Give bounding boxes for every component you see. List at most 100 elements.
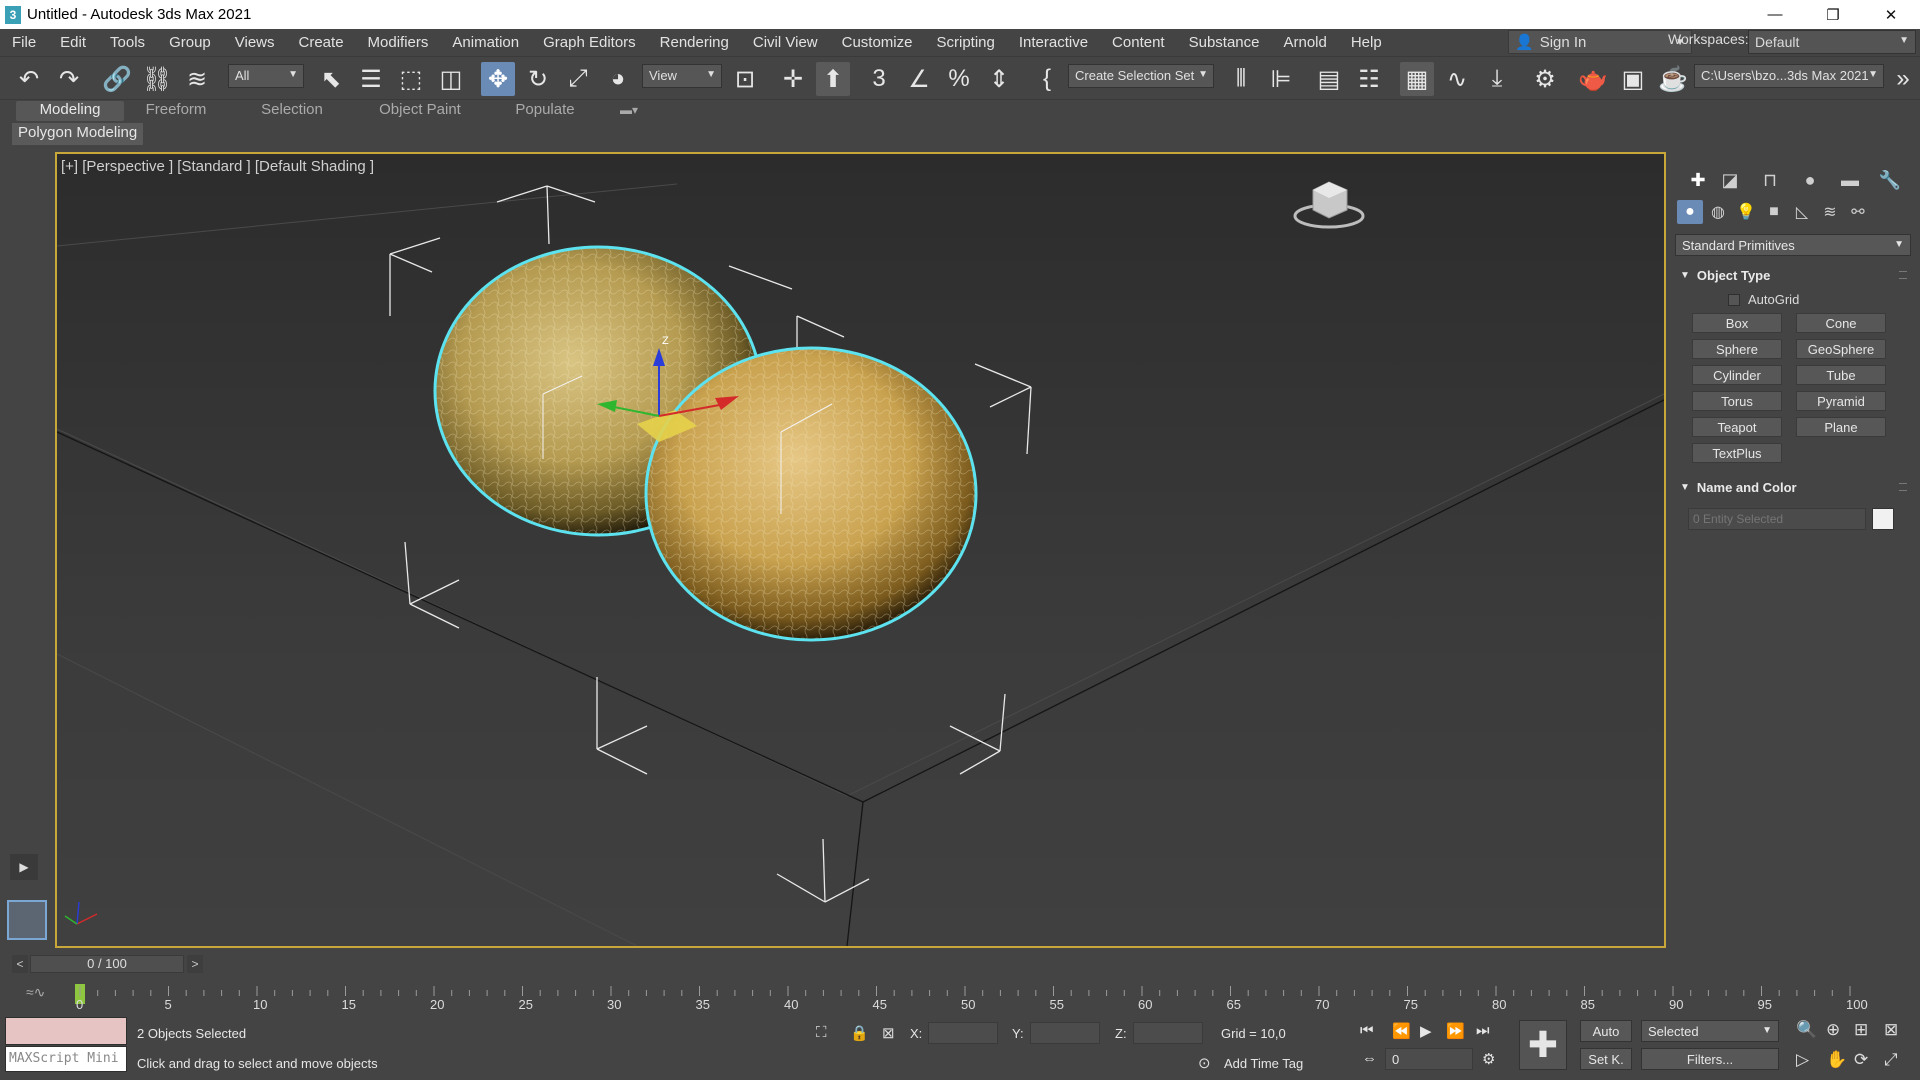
play-icon[interactable]: ▶	[1420, 1022, 1432, 1040]
prev-frame-icon[interactable]: <	[12, 955, 28, 973]
time-tag-icon[interactable]: ⊙	[1198, 1054, 1211, 1072]
motion-tab-icon[interactable]: ●	[1796, 166, 1824, 194]
object-color-swatch[interactable]	[1872, 508, 1894, 530]
lights-category-icon[interactable]: 💡	[1733, 200, 1759, 224]
time-slider-thumb[interactable]: 0 / 100	[30, 955, 184, 973]
selection-filter-dropdown[interactable]: All ▼	[228, 64, 304, 88]
menu-help[interactable]: Help	[1339, 34, 1394, 51]
keyboard-shortcut-override-icon[interactable]: ⬆	[816, 62, 850, 96]
tab-selection[interactable]: Selection	[240, 101, 344, 121]
menu-modifiers[interactable]: Modifiers	[356, 34, 441, 51]
ribbon-options-icon[interactable]: ▬▾	[612, 101, 646, 121]
select-place-icon[interactable]: ◕	[601, 62, 635, 96]
plane-button[interactable]: Plane	[1796, 417, 1886, 437]
next-frame-icon[interactable]: ⏩	[1446, 1022, 1465, 1040]
y-coordinate-field[interactable]	[1030, 1022, 1100, 1044]
absolute-mode-icon[interactable]: ⊠	[882, 1024, 895, 1042]
tab-modeling[interactable]: Modeling	[16, 101, 124, 121]
field-of-view-icon[interactable]: ▷	[1796, 1050, 1809, 1070]
key-filters-button[interactable]: Filters...	[1641, 1048, 1779, 1070]
select-object-icon[interactable]: ⬉	[314, 62, 348, 96]
pivot-center-icon[interactable]: ⊡	[728, 62, 762, 96]
menu-content[interactable]: Content	[1100, 34, 1177, 51]
torus-button[interactable]: Torus	[1692, 391, 1782, 411]
undo-icon[interactable]: ↶	[12, 62, 46, 96]
create-tab-icon[interactable]: ✚	[1684, 166, 1712, 194]
tab-object-paint[interactable]: Object Paint	[364, 101, 476, 121]
menu-views[interactable]: Views	[223, 34, 287, 51]
scene-explorer-icon[interactable]: ▤	[1312, 62, 1346, 96]
object-type-rollout-header[interactable]: ▼ Object Type	[1675, 264, 1911, 286]
perspective-viewport[interactable]: [+] [Perspective ] [Standard ] [Default …	[55, 152, 1666, 948]
modify-tab-icon[interactable]: ◪	[1716, 166, 1744, 194]
dope-sheet-icon[interactable]: ⤓	[1480, 62, 1514, 96]
angle-snap-icon[interactable]: ∠	[902, 62, 936, 96]
current-frame-field[interactable]: 0	[1385, 1048, 1473, 1070]
track-bar[interactable]: ≈∿ 0 5 10 15 20 25 30 35 40 45 50 55 60 65 70 75 80 85 90 9…	[0, 978, 1920, 1012]
menu-create[interactable]: Create	[287, 34, 356, 51]
checkbox-box[interactable]	[1728, 293, 1740, 306]
spinner-snap-icon[interactable]: ⇕	[982, 62, 1016, 96]
polygon-modeling-label[interactable]: Polygon Modeling	[12, 123, 144, 145]
window-crossing-icon[interactable]: ◫	[434, 62, 468, 96]
auto-key-button[interactable]: Auto	[1580, 1020, 1632, 1042]
cylinder-button[interactable]: Cylinder	[1692, 365, 1782, 385]
pan-view-icon[interactable]: ✋	[1826, 1050, 1847, 1070]
teapot-button[interactable]: Teapot	[1692, 417, 1782, 437]
layer-explorer-icon[interactable]: ☷	[1352, 62, 1386, 96]
viewcube[interactable]	[1293, 181, 1365, 229]
redo-icon[interactable]: ↷	[52, 62, 86, 96]
time-configuration-icon[interactable]: ⚙	[1482, 1050, 1495, 1068]
zoom-extents-all-icon[interactable]: ⊠	[1884, 1020, 1898, 1040]
edit-named-selection-icon[interactable]: {	[1030, 62, 1064, 96]
tab-populate[interactable]: Populate	[494, 101, 596, 121]
tab-freeform[interactable]: Freeform	[124, 101, 228, 121]
go-to-start-icon[interactable]: ⏮	[1360, 1022, 1374, 1039]
maxscript-mini-listener[interactable]: MAXScript Mini	[5, 1046, 127, 1072]
z-coordinate-field[interactable]	[1133, 1022, 1203, 1044]
menu-customize[interactable]: Customize	[830, 34, 925, 51]
render-frame-icon[interactable]: ▣	[1616, 62, 1650, 96]
viewport-layout-swatch[interactable]	[7, 900, 47, 940]
object-name-field[interactable]	[1688, 508, 1866, 530]
selection-lock-icon[interactable]: 🔒	[850, 1024, 869, 1042]
select-move-icon[interactable]: ✥	[481, 62, 515, 96]
menu-file[interactable]: File	[0, 34, 48, 51]
select-scale-icon[interactable]: ⤢	[561, 62, 595, 96]
cone-button[interactable]: Cone	[1796, 313, 1886, 333]
box-button[interactable]: Box	[1692, 313, 1782, 333]
unlink-icon[interactable]: ⛓	[140, 62, 174, 96]
name-color-rollout-header[interactable]: ▼ Name and Color	[1675, 476, 1911, 498]
track-bar-ruler[interactable]: 0 5 10 15 20 25 30 35 40 45 50 55 60 65 70 75 80 85 90 95 10…	[0, 978, 1920, 1012]
menu-tools[interactable]: Tools	[98, 34, 157, 51]
menu-edit[interactable]: Edit	[48, 34, 98, 51]
menu-graph-editors[interactable]: Graph Editors	[531, 34, 648, 51]
key-filter-dropdown[interactable]: Selected ▼	[1641, 1020, 1779, 1042]
zoom-icon[interactable]: 🔍	[1796, 1020, 1817, 1040]
pyramid-button[interactable]: Pyramid	[1796, 391, 1886, 411]
render-setup-icon[interactable]: 🫖	[1576, 62, 1610, 96]
orbit-icon[interactable]: ⟳	[1854, 1050, 1868, 1070]
expand-layouts-icon[interactable]: ▶	[10, 854, 38, 880]
primitive-type-dropdown[interactable]: Standard Primitives ▼	[1675, 234, 1911, 256]
named-selection-dropdown[interactable]: Create Selection Set ▼	[1068, 64, 1214, 88]
zoom-extents-icon[interactable]: ⊞	[1854, 1020, 1868, 1040]
menu-group[interactable]: Group	[157, 34, 223, 51]
go-to-end-icon[interactable]: ⏭	[1476, 1022, 1490, 1039]
melon-right[interactable]	[644, 346, 978, 642]
shapes-category-icon[interactable]: ◍	[1705, 200, 1731, 224]
tube-button[interactable]: Tube	[1796, 365, 1886, 385]
display-tab-icon[interactable]: ▬	[1836, 166, 1864, 194]
utilities-tab-icon[interactable]: 🔧	[1876, 166, 1904, 194]
geometry-category-icon[interactable]: ●	[1677, 200, 1703, 224]
workspace-dropdown[interactable]: Default ▼	[1748, 30, 1916, 54]
sphere-button[interactable]: Sphere	[1692, 339, 1782, 359]
bind-spacewarp-icon[interactable]: ≋	[180, 62, 214, 96]
textplus-button[interactable]: TextPlus	[1692, 443, 1782, 463]
maxscript-listener-output[interactable]	[5, 1017, 127, 1045]
maximize-viewport-icon[interactable]: ⤢	[1884, 1050, 1898, 1070]
link-icon[interactable]: 🔗	[100, 62, 134, 96]
helpers-category-icon[interactable]: ◺	[1789, 200, 1815, 224]
render-production-icon[interactable]: ☕	[1656, 62, 1690, 96]
set-key-button[interactable]: Set K.	[1580, 1048, 1632, 1070]
